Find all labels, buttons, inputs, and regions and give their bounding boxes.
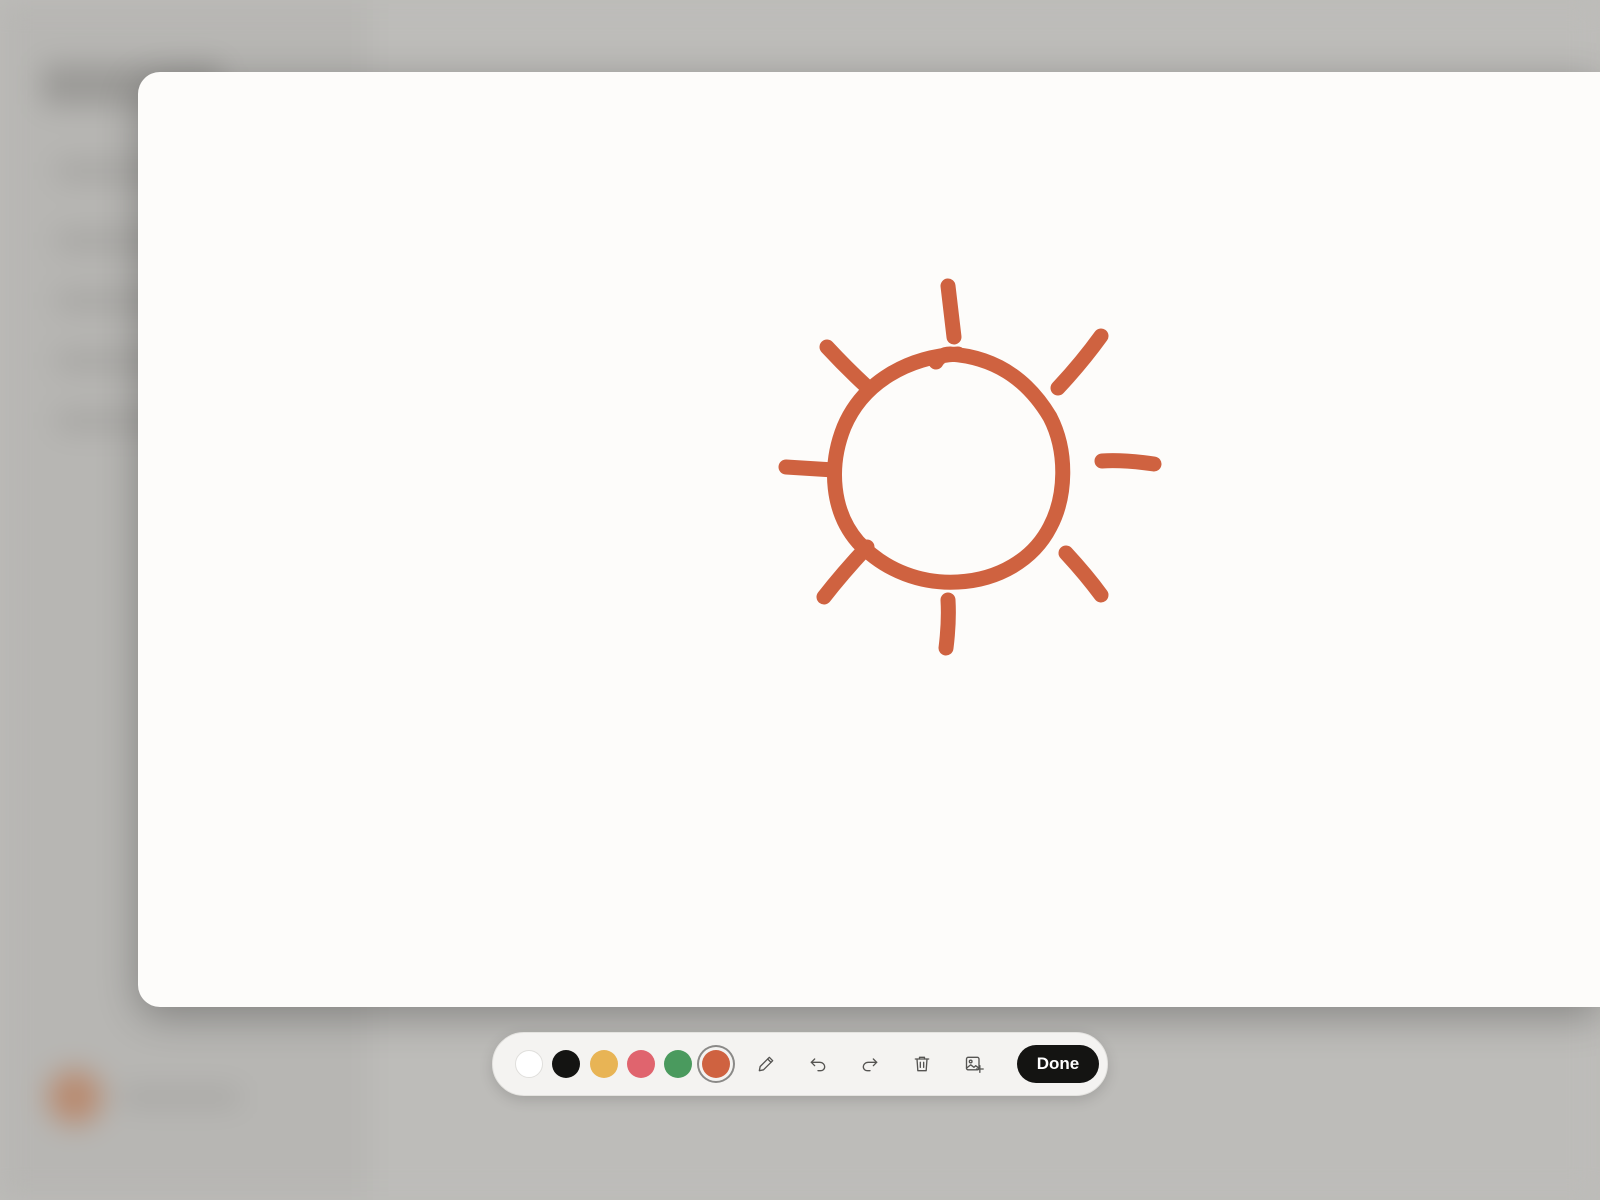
add-image-button[interactable] xyxy=(956,1046,992,1082)
redo-button[interactable] xyxy=(852,1046,888,1082)
sun-ray-bottom-right xyxy=(1058,545,1109,603)
sun-ray-top-left xyxy=(819,339,874,394)
done-button[interactable]: Done xyxy=(1017,1045,1099,1083)
sun-ray-top-right xyxy=(1050,328,1109,396)
sun-icon xyxy=(778,278,1162,656)
sun-ray-right xyxy=(1094,453,1162,472)
sun-ray-left xyxy=(778,459,842,478)
background-username xyxy=(120,1088,240,1106)
pencil-button[interactable] xyxy=(748,1046,784,1082)
redo-icon xyxy=(862,1058,878,1072)
swatch-yellow[interactable] xyxy=(590,1050,618,1078)
sun-ray-bottom-left xyxy=(816,539,875,605)
swatch-pink[interactable] xyxy=(627,1050,655,1078)
drawing-toolbar: Done xyxy=(492,1032,1108,1096)
undo-icon xyxy=(810,1058,826,1072)
sun-ray-top xyxy=(940,278,962,345)
undo-button[interactable] xyxy=(800,1046,836,1082)
avatar xyxy=(48,1070,102,1124)
drawing-canvas[interactable] xyxy=(138,72,1600,1007)
swatch-black[interactable] xyxy=(552,1050,580,1078)
image-plus-icon xyxy=(965,1056,984,1073)
sun-ray-bottom xyxy=(938,592,956,656)
swatch-white[interactable] xyxy=(515,1050,543,1078)
pencil-icon xyxy=(758,1056,774,1072)
trash-button[interactable] xyxy=(904,1046,940,1082)
swatch-green[interactable] xyxy=(664,1050,692,1078)
swatch-orange[interactable] xyxy=(702,1050,730,1078)
trash-icon xyxy=(914,1056,930,1072)
